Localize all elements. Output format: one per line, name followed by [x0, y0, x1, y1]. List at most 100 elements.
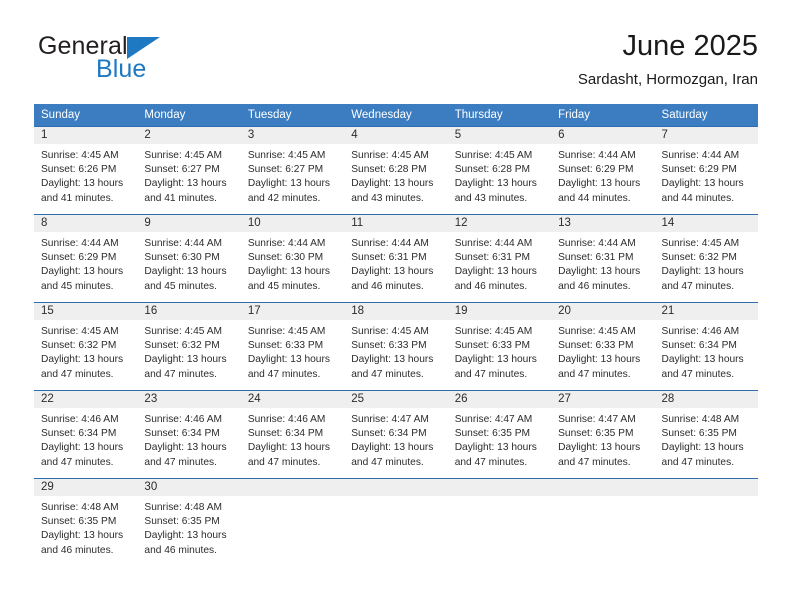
weekday-header-thursday: Thursday — [447, 104, 552, 127]
calendar-day-cell[interactable]: 20 Sunrise: 4:45 AM Sunset: 6:33 PM Dayligh… — [551, 302, 655, 391]
calendar-day-cell[interactable]: 18 Sunrise: 4:45 AM Sunset: 6:33 PM Dayligh… — [344, 302, 448, 391]
day-cell-body: Sunrise: 4:47 AM Sunset: 6:35 PM Daylight:… — [448, 408, 551, 478]
day-number: 17 — [240, 303, 345, 320]
daylight-text-line1: Daylight: 13 hours — [247, 354, 330, 366]
day-number: 14 — [654, 215, 758, 232]
daylight-text-line1: Daylight: 13 hours — [144, 266, 227, 278]
daylight-text-line1: Daylight: 13 hours — [144, 354, 227, 366]
daylight-text-line1: Daylight: 13 hours — [558, 442, 641, 454]
sunset-text: Sunset: 6:29 PM — [41, 252, 117, 264]
calendar-day-cell[interactable]: 7 Sunrise: 4:44 AM Sunset: 6:29 PM Daylight… — [654, 126, 758, 215]
daylight-text-line2: and 45 minutes. — [41, 280, 114, 292]
day-cell-body: Sunrise: 4:48 AM Sunset: 6:35 PM Daylight:… — [655, 408, 758, 478]
day-cell-body: Sunrise: 4:45 AM Sunset: 6:28 PM Daylight:… — [448, 144, 551, 214]
daylight-text-line1: Daylight: 13 hours — [661, 178, 744, 190]
day-cell-body: Sunrise: 4:45 AM Sunset: 6:33 PM Daylight:… — [241, 320, 344, 390]
sunrise-text: Sunrise: 4:44 AM — [558, 238, 636, 249]
sunrise-text: Sunrise: 4:47 AM — [558, 414, 636, 425]
sunset-text: Sunset: 6:34 PM — [144, 428, 220, 440]
calendar-week-row: 1 Sunrise: 4:45 AM Sunset: 6:26 PM Daylight… — [34, 126, 758, 215]
day-number: 29 — [34, 479, 138, 496]
daylight-text-line2: and 47 minutes. — [661, 456, 735, 468]
calendar-day-cell[interactable]: 26 Sunrise: 4:47 AM Sunset: 6:35 PM Dayligh… — [447, 390, 552, 479]
calendar-day-cell[interactable]: 27 Sunrise: 4:47 AM Sunset: 6:35 PM Dayligh… — [551, 390, 655, 479]
day-cell-body: Sunrise: 4:46 AM Sunset: 6:34 PM Daylight:… — [137, 408, 240, 478]
calendar-day-cell[interactable]: 12 Sunrise: 4:44 AM Sunset: 6:31 PM Dayligh… — [447, 214, 552, 303]
day-cell-body — [344, 496, 447, 566]
calendar-day-cell[interactable]: 10 Sunrise: 4:44 AM Sunset: 6:30 PM Dayligh… — [240, 214, 345, 303]
calendar-day-cell[interactable]: 14 Sunrise: 4:45 AM Sunset: 6:32 PM Dayligh… — [654, 214, 758, 303]
calendar-day-cell[interactable]: 1 Sunrise: 4:45 AM Sunset: 6:26 PM Daylight… — [34, 126, 138, 215]
daylight-text-line2: and 47 minutes. — [661, 280, 735, 292]
daylight-text-line2: and 41 minutes. — [41, 192, 114, 204]
day-cell-body: Sunrise: 4:46 AM Sunset: 6:34 PM Daylight:… — [241, 408, 344, 478]
calendar-day-cell[interactable]: 24 Sunrise: 4:46 AM Sunset: 6:34 PM Dayligh… — [240, 390, 345, 479]
calendar-day-cell[interactable]: 11 Sunrise: 4:44 AM Sunset: 6:31 PM Dayligh… — [344, 214, 448, 303]
daylight-text-line2: and 47 minutes. — [351, 368, 424, 380]
day-cell-body: Sunrise: 4:44 AM Sunset: 6:31 PM Daylight:… — [448, 232, 551, 302]
sunrise-text: Sunrise: 4:48 AM — [144, 502, 223, 513]
daylight-text-line1: Daylight: 13 hours — [351, 354, 434, 366]
daylight-text-line1: Daylight: 13 hours — [144, 530, 227, 542]
calendar-day-cell[interactable]: 25 Sunrise: 4:47 AM Sunset: 6:34 PM Dayligh… — [344, 390, 448, 479]
day-number: 11 — [344, 215, 448, 232]
day-cell-body — [551, 496, 654, 566]
calendar-day-cell[interactable]: 9 Sunrise: 4:44 AM Sunset: 6:30 PM Daylight… — [137, 214, 241, 303]
daylight-text-line1: Daylight: 13 hours — [558, 354, 641, 366]
sunset-text: Sunset: 6:35 PM — [454, 428, 531, 440]
sunset-text: Sunset: 6:34 PM — [41, 428, 117, 440]
day-number: 16 — [137, 303, 241, 320]
calendar-day-cell[interactable]: 8 Sunrise: 4:44 AM Sunset: 6:29 PM Daylight… — [34, 214, 138, 303]
calendar-day-cell[interactable]: 15 Sunrise: 4:45 AM Sunset: 6:32 PM Dayligh… — [34, 302, 138, 391]
sunset-text: Sunset: 6:32 PM — [41, 340, 117, 352]
day-cell-body: Sunrise: 4:47 AM Sunset: 6:34 PM Daylight:… — [344, 408, 447, 478]
weekday-header-sunday: Sunday — [34, 104, 138, 127]
calendar-day-cell[interactable]: 2 Sunrise: 4:45 AM Sunset: 6:27 PM Daylight… — [137, 126, 241, 215]
calendar-day-cell[interactable]: 5 Sunrise: 4:45 AM Sunset: 6:28 PM Daylight… — [447, 126, 552, 215]
calendar-day-cell[interactable]: 3 Sunrise: 4:45 AM Sunset: 6:27 PM Daylight… — [240, 126, 345, 215]
sunrise-text: Sunrise: 4:45 AM — [351, 150, 429, 161]
calendar-day-cell[interactable]: 22 Sunrise: 4:46 AM Sunset: 6:34 PM Dayligh… — [34, 390, 138, 479]
calendar-day-cell[interactable]: 19 Sunrise: 4:45 AM Sunset: 6:33 PM Dayligh… — [447, 302, 552, 391]
calendar-day-cell[interactable]: 30 Sunrise: 4:48 AM Sunset: 6:35 PM Dayligh… — [137, 478, 241, 566]
calendar-day-cell[interactable]: 29 Sunrise: 4:48 AM Sunset: 6:35 PM Dayligh… — [34, 478, 138, 566]
calendar-day-cell[interactable]: 6 Sunrise: 4:44 AM Sunset: 6:29 PM Daylight… — [551, 126, 655, 215]
calendar-day-cell[interactable]: 13 Sunrise: 4:44 AM Sunset: 6:31 PM Dayligh… — [551, 214, 655, 303]
sunset-text: Sunset: 6:29 PM — [661, 164, 737, 176]
daylight-text-line1: Daylight: 13 hours — [41, 442, 124, 454]
calendar-day-cell[interactable]: 16 Sunrise: 4:45 AM Sunset: 6:32 PM Dayligh… — [137, 302, 241, 391]
day-number: 7 — [654, 127, 758, 144]
sunrise-text: Sunrise: 4:44 AM — [558, 150, 636, 161]
sunrise-text: Sunrise: 4:44 AM — [454, 238, 533, 249]
calendar-day-cell[interactable]: 4 Sunrise: 4:45 AM Sunset: 6:28 PM Daylight… — [344, 126, 448, 215]
day-number: 2 — [137, 127, 241, 144]
day-number: 24 — [240, 391, 345, 408]
sunset-text: Sunset: 6:28 PM — [351, 164, 427, 176]
daylight-text-line1: Daylight: 13 hours — [661, 266, 744, 278]
day-cell-body: Sunrise: 4:47 AM Sunset: 6:35 PM Daylight:… — [551, 408, 654, 478]
calendar-day-cell[interactable]: 21 Sunrise: 4:46 AM Sunset: 6:34 PM Dayligh… — [654, 302, 758, 391]
daylight-text-line2: and 47 minutes. — [558, 456, 631, 468]
day-cell-body: Sunrise: 4:45 AM Sunset: 6:32 PM Daylight:… — [34, 320, 137, 390]
calendar-day-cell[interactable]: 23 Sunrise: 4:46 AM Sunset: 6:34 PM Dayligh… — [137, 390, 241, 479]
calendar-week-row: 29 Sunrise: 4:48 AM Sunset: 6:35 PM Dayligh… — [34, 478, 758, 566]
daylight-text-line2: and 46 minutes. — [454, 280, 528, 292]
daylight-text-line2: and 47 minutes. — [661, 368, 735, 380]
calendar-page: General Blue June 2025 Sardasht, Hormozg… — [0, 0, 792, 612]
calendar-day-cell[interactable]: 28 Sunrise: 4:48 AM Sunset: 6:35 PM Dayligh… — [654, 390, 758, 479]
sunrise-text: Sunrise: 4:45 AM — [144, 326, 223, 337]
day-cell-body: Sunrise: 4:45 AM Sunset: 6:32 PM Daylight:… — [137, 320, 240, 390]
sunrise-text: Sunrise: 4:46 AM — [41, 414, 119, 425]
day-cell-body: Sunrise: 4:45 AM Sunset: 6:33 PM Daylight:… — [551, 320, 654, 390]
daylight-text-line1: Daylight: 13 hours — [41, 530, 124, 542]
sunset-text: Sunset: 6:31 PM — [454, 252, 531, 264]
sunrise-text: Sunrise: 4:47 AM — [454, 414, 533, 425]
page-header: General Blue June 2025 Sardasht, Hormozg… — [34, 28, 758, 98]
page-subtitle: Sardasht, Hormozgan, Iran — [577, 71, 758, 88]
daylight-text-line2: and 44 minutes. — [558, 192, 631, 204]
daylight-text-line2: and 45 minutes. — [144, 280, 217, 292]
calendar-day-cell[interactable]: 17 Sunrise: 4:45 AM Sunset: 6:33 PM Dayligh… — [240, 302, 345, 391]
day-cell-body: Sunrise: 4:44 AM Sunset: 6:29 PM Daylight:… — [655, 144, 758, 214]
daylight-text-line2: and 42 minutes. — [247, 192, 321, 204]
day-number: 26 — [447, 391, 552, 408]
